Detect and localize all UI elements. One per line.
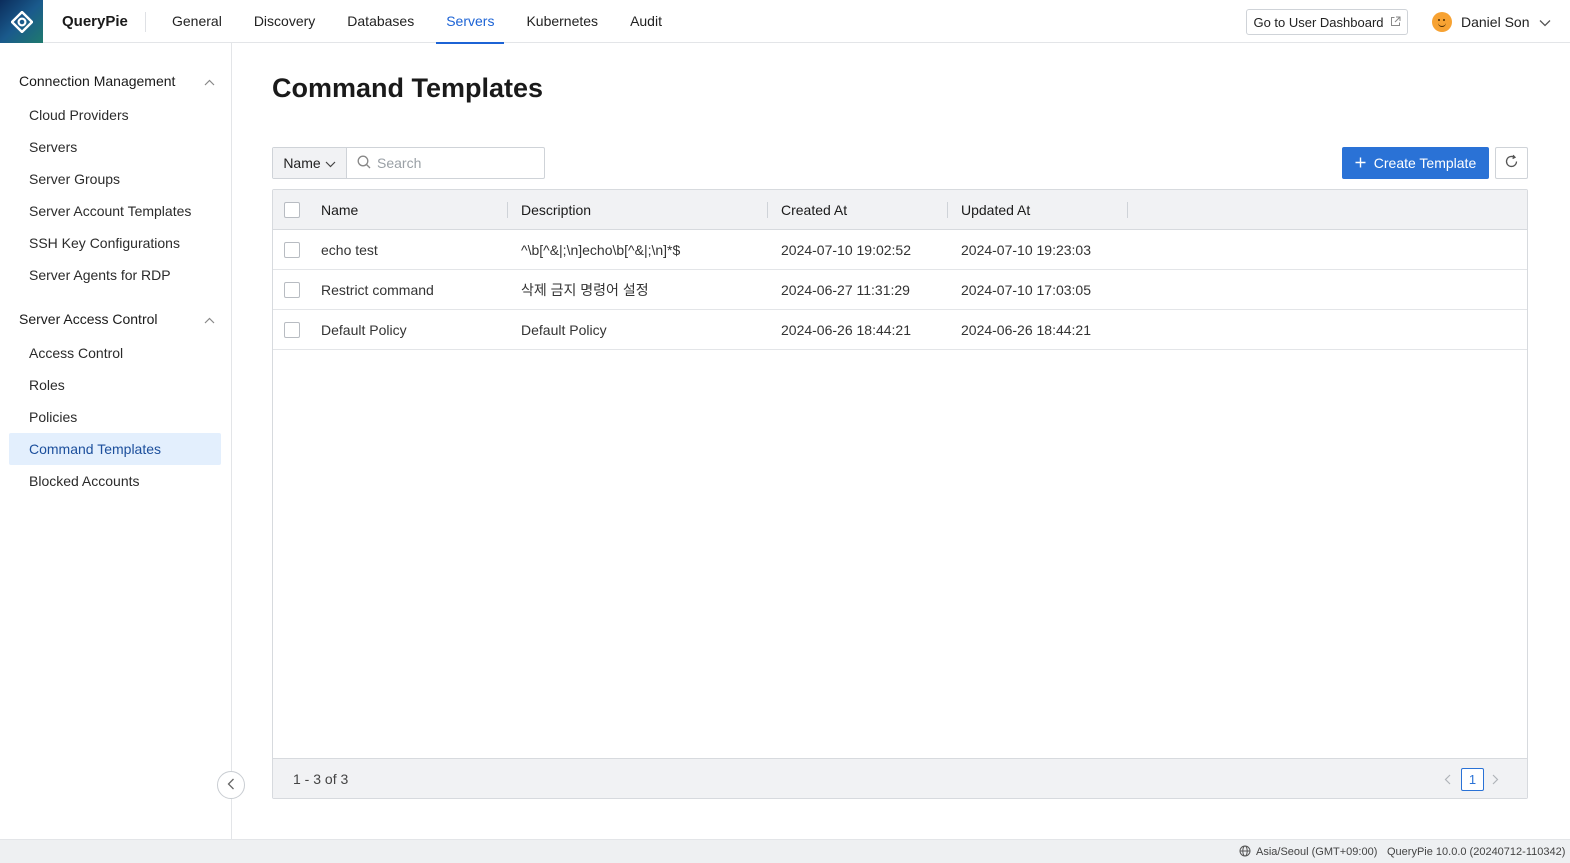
row-checkbox[interactable]: [284, 282, 300, 298]
cell-updated-at: 2024-07-10 19:23:03: [961, 242, 1091, 258]
search-box: [347, 148, 544, 178]
previous-page-button[interactable]: [1439, 769, 1455, 789]
cell-created-at: 2024-06-26 18:44:21: [781, 322, 911, 338]
column-resize-handle[interactable]: [767, 202, 768, 218]
cell-description: ^\b[^&|;\n]echo\b[^&|;\n]*$: [521, 242, 681, 258]
cell-description: Default Policy: [521, 322, 607, 338]
table-row[interactable]: Default Policy Default Policy 2024-06-26…: [273, 310, 1527, 350]
next-page-button[interactable]: [1487, 769, 1503, 789]
nav-tab-kubernetes[interactable]: Kubernetes: [510, 0, 614, 43]
cell-created-at: 2024-06-27 11:31:29: [781, 282, 910, 298]
column-header-created-at[interactable]: Created At: [781, 190, 847, 230]
timezone-label: Asia/Seoul (GMT+09:00): [1256, 846, 1378, 858]
version-label: QueryPie 10.0.0 (20240712-110342): [1387, 846, 1566, 858]
nav-tab-databases[interactable]: Databases: [331, 0, 430, 43]
external-link-icon: [1390, 15, 1401, 30]
refresh-button[interactable]: [1495, 147, 1528, 179]
search-filter: Name: [272, 147, 545, 179]
go-to-user-dashboard-button[interactable]: Go to User Dashboard: [1246, 9, 1408, 35]
row-checkbox[interactable]: [284, 242, 300, 258]
chevron-up-icon: [204, 311, 215, 327]
sidebar-item-cloud-providers[interactable]: Cloud Providers: [9, 99, 221, 131]
cell-name[interactable]: Default Policy: [321, 310, 407, 350]
page-title: Command Templates: [272, 73, 544, 103]
sidebar-item-access-control[interactable]: Access Control: [9, 337, 221, 369]
column-resize-handle[interactable]: [1127, 202, 1128, 218]
brand-divider: [145, 12, 146, 32]
sidebar-section-server-access-control[interactable]: Server Access Control: [19, 308, 215, 330]
cell-name[interactable]: echo test: [321, 230, 378, 270]
column-header-updated-at[interactable]: Updated At: [961, 190, 1030, 230]
cell-name[interactable]: Restrict command: [321, 270, 434, 310]
timezone-indicator[interactable]: Asia/Seoul (GMT+09:00): [1239, 840, 1377, 863]
table-header: Name Description Created At Updated At: [273, 190, 1527, 230]
sidebar-item-blocked-accounts[interactable]: Blocked Accounts: [9, 465, 221, 497]
sidebar-item-ssh-key-configurations[interactable]: SSH Key Configurations: [9, 227, 221, 259]
sidebar-item-servers[interactable]: Servers: [9, 131, 221, 163]
filter-field-select[interactable]: Name: [273, 148, 347, 178]
search-icon: [357, 155, 371, 172]
column-resize-handle[interactable]: [947, 202, 948, 218]
nav-tab-servers[interactable]: Servers: [430, 0, 510, 44]
plus-icon: [1355, 155, 1366, 171]
select-all-checkbox[interactable]: [284, 202, 300, 218]
column-resize-handle[interactable]: [507, 202, 508, 218]
row-checkbox[interactable]: [284, 322, 300, 338]
table-row[interactable]: echo test ^\b[^&|;\n]echo\b[^&|;\n]*$ 20…: [273, 230, 1527, 270]
column-header-name[interactable]: Name: [321, 190, 358, 230]
sidebar-item-server-account-templates[interactable]: Server Account Templates: [9, 195, 221, 227]
sidebar-item-command-templates[interactable]: Command Templates: [9, 433, 221, 465]
avatar: [1432, 12, 1452, 32]
status-bar: Asia/Seoul (GMT+09:00) QueryPie 10.0.0 (…: [0, 839, 1570, 863]
page-number-button[interactable]: 1: [1461, 768, 1484, 791]
cell-updated-at: 2024-07-10 17:03:05: [961, 282, 1091, 298]
search-input[interactable]: [377, 155, 537, 171]
table-footer: 1 - 3 of 3 1: [273, 758, 1527, 798]
dashboard-button-label: Go to User Dashboard: [1253, 14, 1384, 30]
brand-name[interactable]: QueryPie: [62, 0, 128, 43]
main-nav: General Discovery Databases Servers Kube…: [156, 0, 678, 44]
sidebar: Connection Management Cloud Providers Se…: [0, 43, 232, 839]
column-header-description[interactable]: Description: [521, 190, 591, 230]
create-template-button[interactable]: Create Template: [1342, 147, 1489, 179]
sidebar-section-connection-management[interactable]: Connection Management: [19, 70, 215, 92]
chevron-up-icon: [204, 73, 215, 89]
sidebar-item-server-agents-for-rdp[interactable]: Server Agents for RDP: [9, 259, 221, 291]
sidebar-section-title: Connection Management: [19, 73, 176, 89]
create-template-label: Create Template: [1373, 155, 1477, 171]
filter-field-value: Name: [283, 155, 321, 171]
nav-tab-audit[interactable]: Audit: [614, 0, 678, 43]
cell-updated-at: 2024-06-26 18:44:21: [961, 322, 1091, 338]
globe-icon: [1239, 845, 1251, 860]
user-menu[interactable]: Daniel Son: [1432, 11, 1551, 33]
sidebar-section-title: Server Access Control: [19, 311, 158, 327]
cell-description: 삭제 금지 명령어 설정: [521, 282, 649, 298]
sidebar-item-policies[interactable]: Policies: [9, 401, 221, 433]
sidebar-collapse-button[interactable]: [217, 771, 245, 799]
sidebar-item-server-groups[interactable]: Server Groups: [9, 163, 221, 195]
top-navigation-bar: QueryPie General Discovery Databases Ser…: [0, 0, 1570, 44]
sidebar-item-roles[interactable]: Roles: [9, 369, 221, 401]
chevron-down-icon: [1539, 14, 1551, 30]
user-name: Daniel Son: [1461, 14, 1530, 30]
nav-tab-discovery[interactable]: Discovery: [238, 0, 331, 43]
querypie-logo-icon[interactable]: [0, 0, 43, 43]
cell-created-at: 2024-07-10 19:02:52: [781, 242, 911, 258]
command-templates-table: Name Description Created At Updated At e…: [272, 189, 1528, 799]
pagination-range: 1 - 3 of 3: [293, 771, 349, 787]
refresh-icon: [1504, 154, 1519, 172]
chevron-left-icon: [227, 777, 235, 793]
nav-tab-general[interactable]: General: [156, 0, 238, 43]
chevron-down-icon: [325, 155, 336, 171]
table-row[interactable]: Restrict command 삭제 금지 명령어 설정 2024-06-27…: [273, 270, 1527, 310]
